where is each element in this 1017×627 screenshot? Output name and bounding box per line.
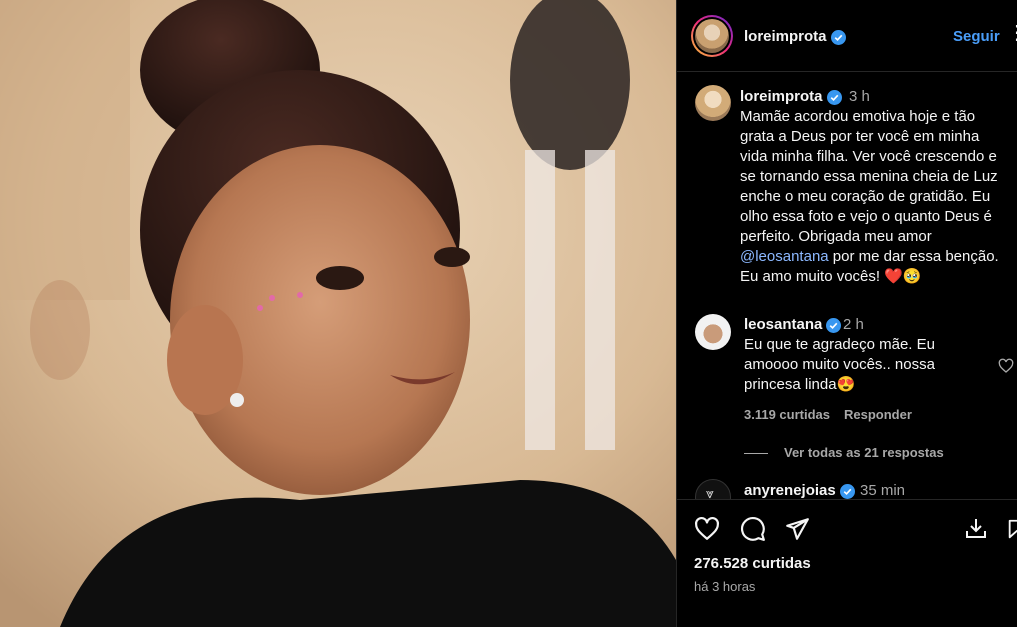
follow-button[interactable]: Seguir	[953, 28, 1000, 45]
caption-time: 3 h	[849, 88, 870, 105]
comment-likes[interactable]: 3.119 curtidas	[744, 407, 830, 422]
post-photo	[0, 0, 676, 627]
post-timestamp: há 3 horas	[694, 579, 756, 594]
download-icon[interactable]	[964, 516, 988, 540]
mention-link[interactable]: @leosantana	[740, 248, 829, 265]
avatar-logo-icon: ⩔	[706, 486, 714, 499]
comment-like-icon[interactable]	[998, 358, 1014, 374]
heart-icon[interactable]	[694, 516, 720, 542]
post-header: loreimprota Seguir ⋮	[677, 0, 1017, 72]
comment-icon[interactable]	[740, 516, 766, 542]
author-avatar[interactable]	[691, 15, 733, 57]
verified-icon	[826, 317, 842, 333]
caption-username[interactable]: loreimprota	[740, 88, 842, 105]
verified-icon	[826, 89, 842, 105]
share-icon[interactable]	[784, 516, 810, 542]
caption-part: Mamãe acordou emotiva hoje e tão grata a…	[740, 108, 998, 245]
save-icon[interactable]	[1006, 516, 1017, 542]
verified-icon	[830, 29, 846, 45]
action-bar: 276.528 curtidas há 3 horas	[677, 499, 1017, 627]
caption-text: Mamãe acordou emotiva hoje e tão grata a…	[740, 107, 1010, 287]
comment-avatar[interactable]: ⩔	[695, 479, 731, 499]
reply-button[interactable]: Responder	[844, 407, 912, 422]
comment-time: 2 h	[843, 316, 864, 333]
comment-text: Eu que te agradeço mãe. Eu amoooo muito …	[744, 336, 935, 393]
view-replies-button[interactable]: Ver todas as 21 respostas	[744, 445, 944, 460]
replies-line	[744, 453, 768, 455]
verified-icon	[839, 483, 855, 499]
comment-username[interactable]: anyrenejoias	[744, 482, 855, 499]
comments-list[interactable]: loreimprota 3 h Mamãe acordou emotiva ho…	[677, 73, 1017, 499]
post-details-panel: loreimprota Seguir ⋮ loreimprota 3 h Mam…	[677, 0, 1017, 627]
view-replies-label: Ver todas as 21 respostas	[784, 445, 944, 460]
comment-username[interactable]: leosantana	[744, 316, 842, 333]
comment-avatar[interactable]	[695, 314, 731, 350]
caption-avatar[interactable]	[695, 85, 731, 121]
likes-count[interactable]: 276.528 curtidas	[694, 555, 811, 572]
comment-time: 35 min	[860, 482, 906, 499]
more-icon[interactable]: ⋮	[1007, 20, 1017, 45]
photo-image	[0, 0, 676, 627]
comment-meta: 3.119 curtidas Responder	[744, 407, 912, 422]
author-username[interactable]: loreimprota	[744, 28, 846, 45]
